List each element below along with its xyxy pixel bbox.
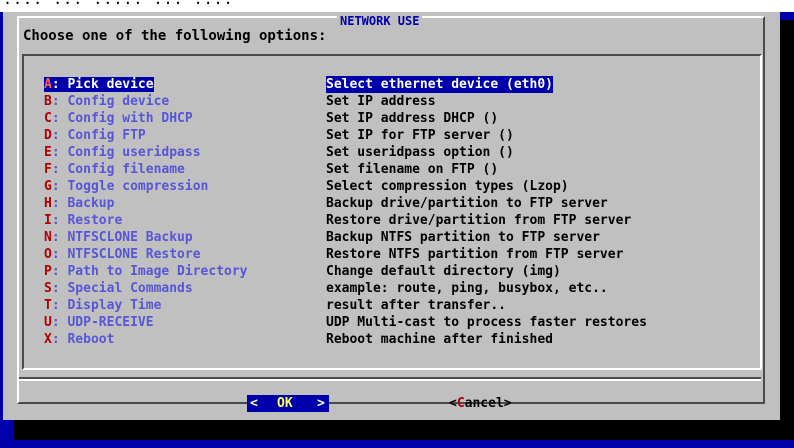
cancel-button-hotkey: C bbox=[456, 396, 465, 411]
menu-item-description: Set useridpass option () bbox=[326, 145, 514, 160]
ok-button-label: OK bbox=[277, 396, 293, 411]
menu-item-key: E bbox=[44, 145, 52, 160]
menu-item-tag: : Display Time bbox=[51, 298, 162, 313]
menu-item-key: O bbox=[44, 247, 52, 262]
menu-list: A: Pick device Select ethernet device (e… bbox=[22, 54, 762, 370]
dialog-shadow-right bbox=[780, 20, 794, 440]
cancel-button[interactable]: <Cancel> bbox=[449, 395, 512, 412]
dialog-prompt: Choose one of the following options: bbox=[23, 28, 327, 44]
menu-item-tag: : NTFSCLONE Backup bbox=[51, 230, 193, 245]
menu-item-key: U bbox=[44, 315, 52, 330]
menu-item-description: result after transfer.. bbox=[326, 298, 507, 313]
menu-item-key: N bbox=[44, 230, 52, 245]
menu-item-tag: : UDP-RECEIVE bbox=[51, 315, 154, 330]
menu-item-description: Select ethernet device (eth0) bbox=[326, 76, 553, 93]
menu-item-pick-device[interactable]: A: Pick device Select ethernet device (e… bbox=[44, 76, 553, 93]
menu-item-tag: : Pick device bbox=[51, 77, 154, 92]
menu-item-display-time[interactable]: T: Display Time result after transfer.. bbox=[44, 297, 506, 314]
menu-item-config-filename[interactable]: F: Config filename Set filename on FTP (… bbox=[44, 161, 498, 178]
menu-item-toggle-compression[interactable]: G: Toggle compression Select compression… bbox=[44, 178, 569, 195]
menu-item-key: P bbox=[44, 264, 52, 279]
menu-item-description: Backup NTFS partition to FTP server bbox=[326, 230, 600, 245]
menu-item-tag: : Special Commands bbox=[51, 281, 193, 296]
menu-item-description: Change default directory (img) bbox=[326, 264, 561, 279]
top-bar: ···· ··· ····· ··· ···· bbox=[0, 0, 794, 12]
menu-item-description: Set IP address bbox=[326, 94, 436, 109]
menu-item-special-commands[interactable]: S: Special Commands example: route, ping… bbox=[44, 280, 608, 297]
menu-item-ntfsclone-restore[interactable]: O: NTFSCLONE Restore Restore NTFS partit… bbox=[44, 246, 623, 263]
menu-item-description: Restore NTFS partition from FTP server bbox=[326, 247, 624, 262]
menu-item-key: S bbox=[44, 281, 52, 296]
menu-item-path-to-image-directory[interactable]: P: Path to Image Directory Change defaul… bbox=[44, 263, 561, 280]
menu-item-tag: : Toggle compression bbox=[51, 179, 209, 194]
menu-item-udp-receive[interactable]: U: UDP-RECEIVE UDP Multi-cast to process… bbox=[44, 314, 647, 331]
menu-item-key: F bbox=[44, 162, 52, 177]
menu-item-key: I bbox=[44, 213, 52, 228]
menu-item-key: X bbox=[44, 332, 52, 347]
menu-item-config-device[interactable]: B: Config device Set IP address bbox=[44, 93, 436, 110]
menu-item-config-ftp[interactable]: D: Config FTP Set IP for FTP server () bbox=[44, 127, 514, 144]
menu-item-ntfsclone-backup[interactable]: N: NTFSCLONE Backup Backup NTFS partitio… bbox=[44, 229, 600, 246]
menu-item-key: A bbox=[44, 77, 52, 92]
menu-item-description: UDP Multi-cast to process faster restore… bbox=[326, 315, 647, 330]
cancel-button-label: ancel bbox=[464, 396, 504, 411]
menu-item-description: Set filename on FTP () bbox=[326, 162, 499, 177]
menu-item-description: Backup drive/partition to FTP server bbox=[326, 196, 608, 211]
menu-item-key: H bbox=[44, 196, 52, 211]
menu-item-description: example: route, ping, busybox, etc.. bbox=[326, 281, 608, 296]
menu-item-backup[interactable]: H: Backup Backup drive/partition to FTP … bbox=[44, 195, 608, 212]
menu-item-reboot[interactable]: X: Reboot Reboot machine after finished bbox=[44, 331, 553, 348]
menu-item-restore[interactable]: I: Restore Restore drive/partition from … bbox=[44, 212, 631, 229]
dialog-shadow-bottom bbox=[14, 420, 794, 440]
menu-item-key: G bbox=[44, 179, 52, 194]
ok-button-left-bracket: < bbox=[250, 396, 258, 411]
menu-item-tag: : NTFSCLONE Restore bbox=[51, 247, 201, 262]
cancel-button-close: > bbox=[503, 396, 512, 411]
menu-item-key: C bbox=[44, 111, 52, 126]
menu-item-tag: : Reboot bbox=[51, 332, 115, 347]
menu-item-tag: : Path to Image Directory bbox=[51, 264, 248, 279]
ok-button-right-bracket: > bbox=[317, 396, 325, 411]
menu-item-key: D bbox=[44, 128, 52, 143]
menu-item-tag: : Restore bbox=[51, 213, 123, 228]
menu-item-description: Restore drive/partition from FTP server bbox=[326, 213, 632, 228]
menu-item-description: Select compression types (Lzop) bbox=[326, 179, 569, 194]
menu-item-config-dhcp[interactable]: C: Config with DHCP Set IP address DHCP … bbox=[44, 110, 498, 127]
menu-item-config-useridpass[interactable]: E: Config useridpass Set useridpass opti… bbox=[44, 144, 514, 161]
menu-item-key: T bbox=[44, 298, 52, 313]
menu-item-tag: : Config with DHCP bbox=[51, 111, 193, 126]
dialog-title: NETWORK USE bbox=[337, 14, 423, 28]
menu-item-tag: : Config filename bbox=[51, 162, 185, 177]
ok-button[interactable]: < OK > bbox=[247, 395, 329, 412]
button-separator bbox=[19, 377, 761, 381]
cancel-button-open: < bbox=[449, 396, 457, 411]
network-use-dialog: NETWORK USE Choose one of the following … bbox=[3, 12, 780, 420]
menu-item-description: Reboot machine after finished bbox=[326, 332, 553, 347]
menu-item-description: Set IP address DHCP () bbox=[326, 111, 499, 126]
menu-item-key: B bbox=[44, 94, 52, 109]
menu-item-description: Set IP for FTP server () bbox=[326, 128, 514, 143]
menu-item-tag: : Backup bbox=[51, 196, 115, 211]
menu-item-tag: : Config useridpass bbox=[51, 145, 201, 160]
menu-item-tag: : Config FTP bbox=[51, 128, 146, 143]
menu-item-tag: : Config device bbox=[51, 94, 170, 109]
top-bar-text: ···· ··· ····· ··· ···· bbox=[3, 0, 234, 12]
